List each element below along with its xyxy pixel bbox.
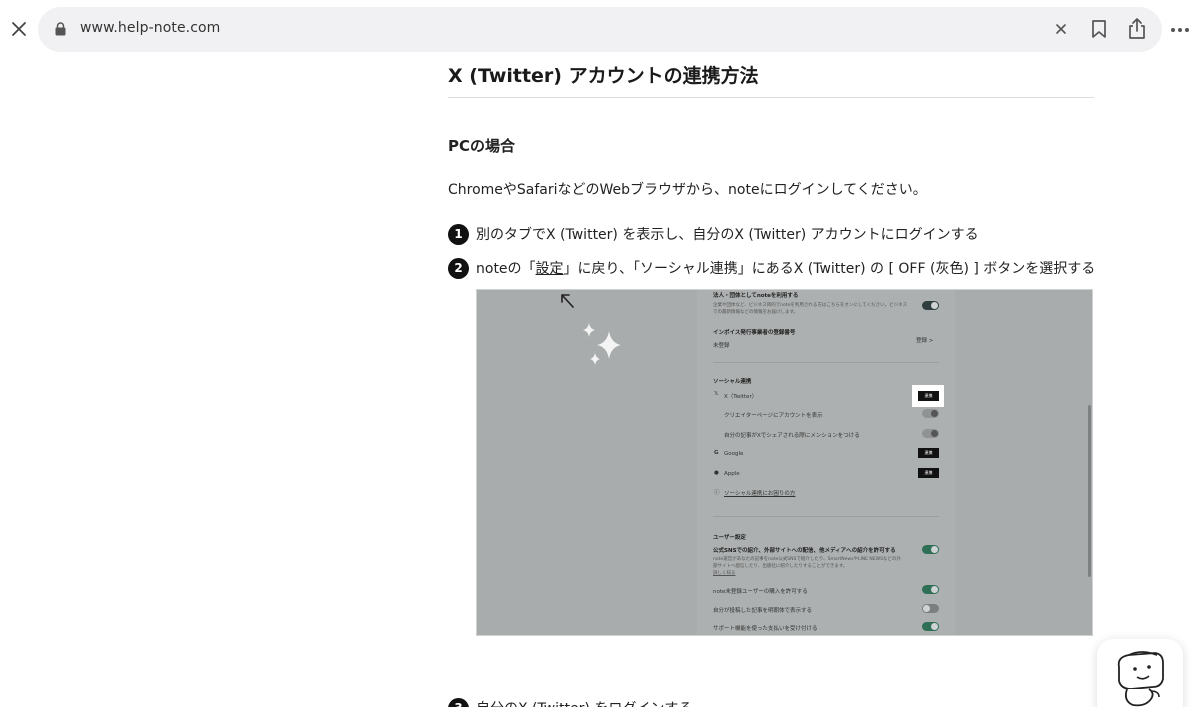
close-icon [12, 22, 26, 36]
help-chat-button[interactable] [1097, 639, 1183, 707]
media-learn-more-link[interactable]: 詳しく知る [713, 570, 736, 576]
step-3: 3 自分のX (Twitter) をログインする [448, 697, 692, 707]
invoice-heading: インボイス発行事業者の登録番号 [713, 330, 796, 336]
share-icon[interactable] [1128, 18, 1146, 40]
step-number: 3 [448, 697, 469, 707]
repost-label: 自分が投稿した記事を明朝体で表示する [713, 608, 813, 614]
intro-text: ChromeやSafariなどのWebブラウザから、noteにログインしてくださ… [448, 182, 927, 198]
step-2: 2 noteの「設定」に戻り、「ソーシャル連携」にあるX (Twitter) の… [448, 257, 1095, 279]
google-icon: G [714, 450, 719, 456]
media-toggle[interactable] [922, 545, 939, 554]
mention-toggle[interactable] [922, 429, 939, 438]
step-number: 1 [448, 223, 469, 245]
step-number: 2 [448, 257, 469, 279]
corp-heading: 法人・団体としてnoteを利用する [713, 293, 799, 299]
support-toggle[interactable] [922, 622, 939, 631]
social-help-link[interactable]: ソーシャル連携にお困りの方 [724, 489, 795, 497]
chatbot-mascot-icon [1117, 651, 1164, 707]
settings-screenshot: 法人・団体としてnoteを利用する 企業や団体など、ビジネス目的でnoteを利用… [476, 289, 1093, 636]
section-heading: PCの場合 [448, 137, 516, 155]
x-connect-button[interactable]: 連携 [918, 391, 939, 401]
step-text: 別のタブでX (Twitter) を表示し、自分のX (Twitter) アカウ… [476, 227, 979, 243]
media-label: 公式SNSでの紹介、外部サイトへの配信、他メディアへの紹介を許可する [713, 548, 896, 554]
title-divider [448, 97, 1094, 98]
bookmark-icon[interactable] [1091, 19, 1107, 39]
repost-toggle[interactable] [922, 604, 939, 613]
corp-desc: 企業や団体など、ビジネス目的でnoteを利用される方はこちらをオンにしてください… [713, 303, 908, 308]
step-1: 1 別のタブでX (Twitter) を表示し、自分のX (Twitter) ア… [448, 223, 979, 245]
apple-icon: ● [714, 470, 719, 476]
page-title: X (Twitter) アカウントの連携方法 [448, 65, 759, 87]
step-text: noteの「設定」に戻り、「ソーシャル連携」にあるX (Twitter) の [… [476, 261, 1096, 277]
x-logo-icon: 𝕏 [714, 391, 719, 397]
cursor-arrow-icon [561, 294, 574, 308]
apple-label: Apple [724, 471, 740, 477]
corp-toggle[interactable] [922, 301, 939, 310]
mention-label: 自分の記事がXでシェアされる際にメンションをつける [724, 433, 860, 439]
settings-link[interactable]: 設定 [536, 261, 564, 277]
creator-page-label: クリエイターページにアカウントを表示 [724, 413, 823, 419]
divider [713, 516, 939, 517]
social-heading: ソーシャル連携 [713, 379, 752, 385]
nonmember-label: note未登録ユーザーの購入を許可する [713, 589, 808, 595]
support-label: サポート機能を使った支払いを受け付ける [713, 626, 818, 632]
step-text: 自分のX (Twitter) をログインする [476, 698, 692, 707]
x-label: X（Twitter） [724, 394, 758, 400]
lock-icon [55, 22, 66, 36]
user-settings-heading: ユーザー設定 [713, 535, 746, 541]
google-connect-button[interactable]: 連携 [918, 448, 939, 458]
close-tab-button[interactable] [8, 18, 30, 40]
address-bar[interactable]: www.help-note.com [38, 7, 1162, 52]
media-desc: note運営があなたの記事をnote公式SNSで紹介したり、SmartNewsや… [713, 557, 901, 562]
invoice-value: 未登録 [713, 343, 730, 349]
corp-desc: での最新情報などの情報をお届けします。 [713, 310, 799, 315]
apple-connect-button[interactable]: 連携 [918, 468, 939, 478]
creator-page-toggle[interactable] [922, 409, 939, 418]
google-label: Google [724, 451, 744, 457]
screenshot-scrollbar [1088, 405, 1091, 577]
media-desc: 部サイトへ配信したり、出版社に紹介したりすることができます。 [713, 564, 848, 569]
help-circle-icon: ⓘ [714, 490, 720, 496]
url-text[interactable]: www.help-note.com [80, 20, 220, 36]
clear-url-icon[interactable] [1052, 20, 1070, 38]
sparkle-icon [583, 323, 621, 365]
nonmember-toggle[interactable] [922, 585, 939, 594]
divider [713, 362, 939, 363]
invoice-register-link[interactable]: 登録 > [916, 336, 933, 344]
more-options-icon[interactable] [1171, 20, 1191, 40]
